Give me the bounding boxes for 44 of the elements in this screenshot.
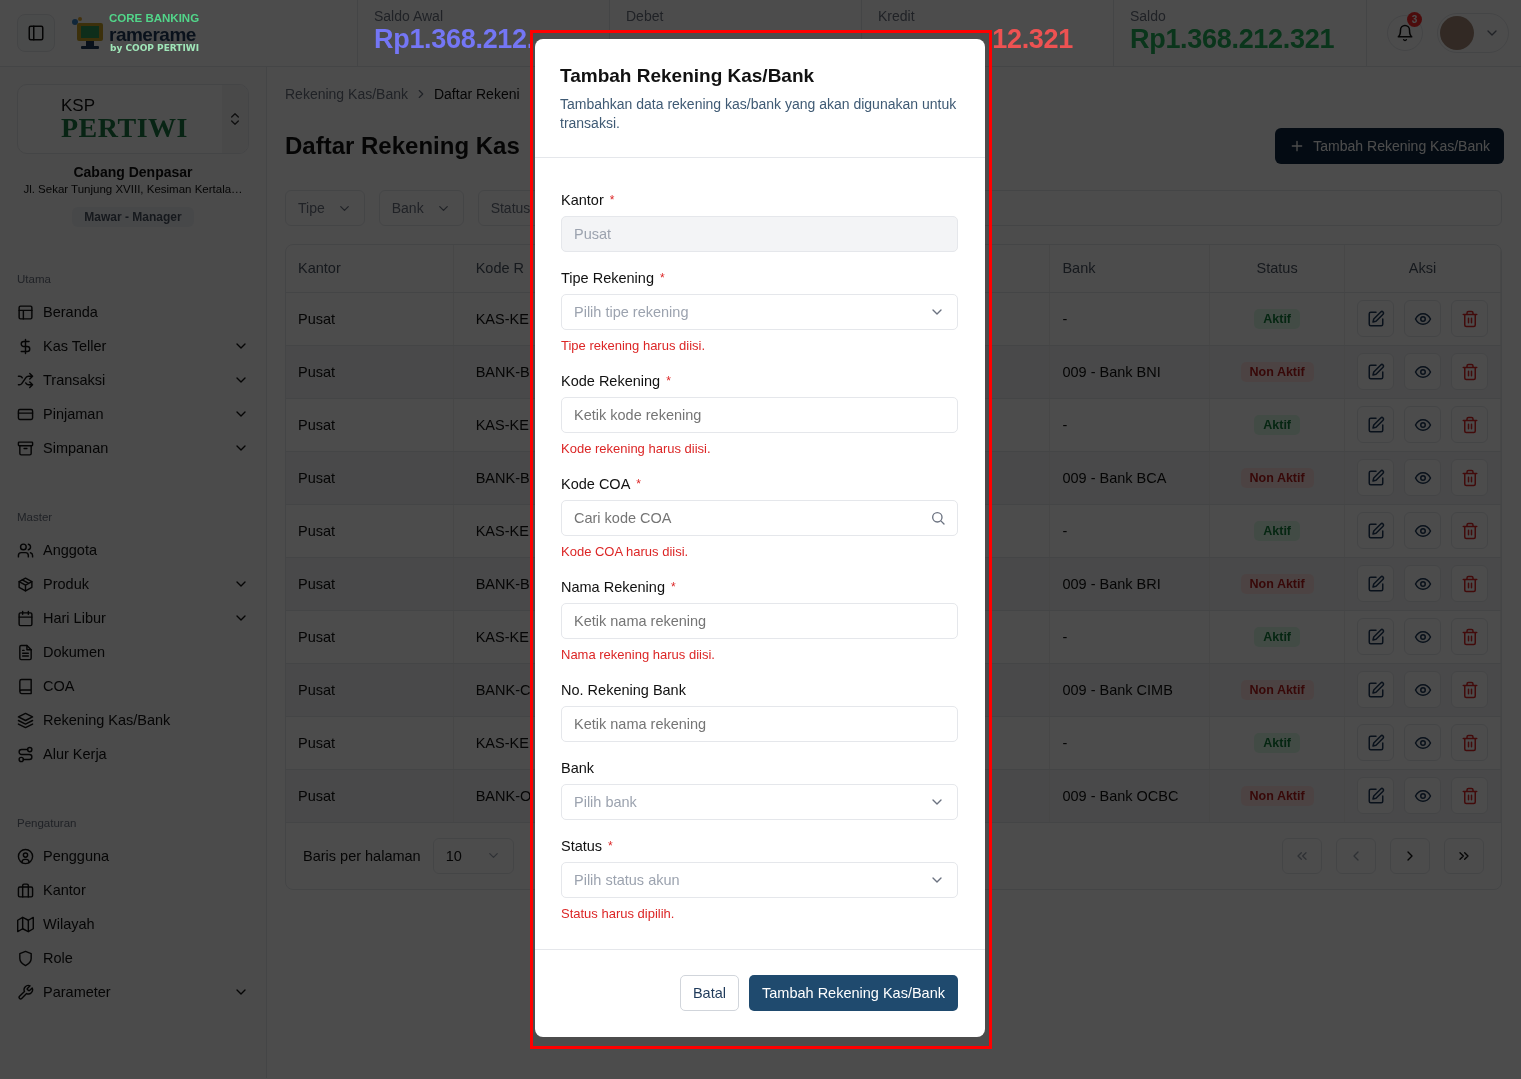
branch-address: Jl. Sekar Tunjung XVIII, Kesiman Kertala…	[23, 183, 243, 195]
field-label: Tipe Rekening	[561, 269, 654, 288]
stat-value: 12.321	[992, 23, 1073, 55]
required-mark: *	[666, 373, 671, 390]
org-logo-wordmark: PERTIWI	[61, 113, 189, 142]
error-message: Nama rekening harus diisi.	[561, 646, 716, 664]
field-label: Kode Rekening	[561, 372, 661, 391]
required-mark: *	[636, 476, 641, 493]
input-field[interactable]: Ketik nama rekening	[561, 706, 958, 742]
dialog-title: Tambah Rekening Kas/Bank	[560, 65, 816, 87]
cancel-button[interactable]: Batal	[679, 975, 739, 1011]
branch-name: Cabang Denpasar	[73, 164, 193, 180]
error-message: Tipe rekening harus diisi.	[561, 337, 707, 355]
select-field[interactable]: Pilih tipe rekening	[561, 294, 958, 330]
input-field[interactable]: Ketik kode rekening	[561, 397, 958, 433]
field-label: Bank	[561, 759, 595, 778]
required-mark: *	[659, 270, 665, 287]
input-field[interactable]: Ketik nama rekening	[561, 603, 958, 639]
page-title: Daftar Rekening Kas	[285, 132, 520, 160]
select-field[interactable]: Pilih status akun	[561, 862, 958, 898]
select-field[interactable]: Pilih bank	[561, 784, 958, 820]
search-field[interactable]: Cari kode COA	[561, 500, 958, 536]
error-message: Status harus dipilih.	[561, 905, 676, 923]
submit-button[interactable]: Tambah Rekening Kas/Bank	[749, 975, 958, 1011]
dialog-description: Tambahkan data rekening kas/bank yang akan digunakan untuk transaksi.	[560, 95, 958, 133]
field-label: No. Rekening Bank	[561, 681, 686, 700]
required-mark: *	[608, 838, 613, 855]
org-logo-text: KSP	[61, 96, 97, 114]
required-mark: *	[609, 192, 615, 209]
search-icon	[930, 510, 946, 526]
rows-per-page-label: Baris per halaman	[303, 847, 421, 864]
required-mark: *	[671, 579, 676, 596]
breadcrumb-item: Daftar Rekeni	[433, 86, 520, 102]
field-label: Nama Rekening	[561, 578, 665, 597]
logo-title: CORE BANKING	[109, 13, 200, 25]
field-label: Status	[561, 837, 603, 856]
stat-value: Rp1.368.212.	[374, 23, 535, 55]
stat-value: Rp1.368.212.321	[1130, 23, 1336, 55]
logo-subtitle: by COOP PERTIWI	[109, 43, 200, 53]
field-label: Kantor	[561, 191, 604, 210]
field-label: Kode COA	[561, 475, 631, 494]
error-message: Kode COA harus diisi.	[561, 543, 690, 561]
logo-wordmark: ramerame	[109, 24, 196, 44]
error-message: Kode rekening harus diisi.	[561, 440, 712, 458]
